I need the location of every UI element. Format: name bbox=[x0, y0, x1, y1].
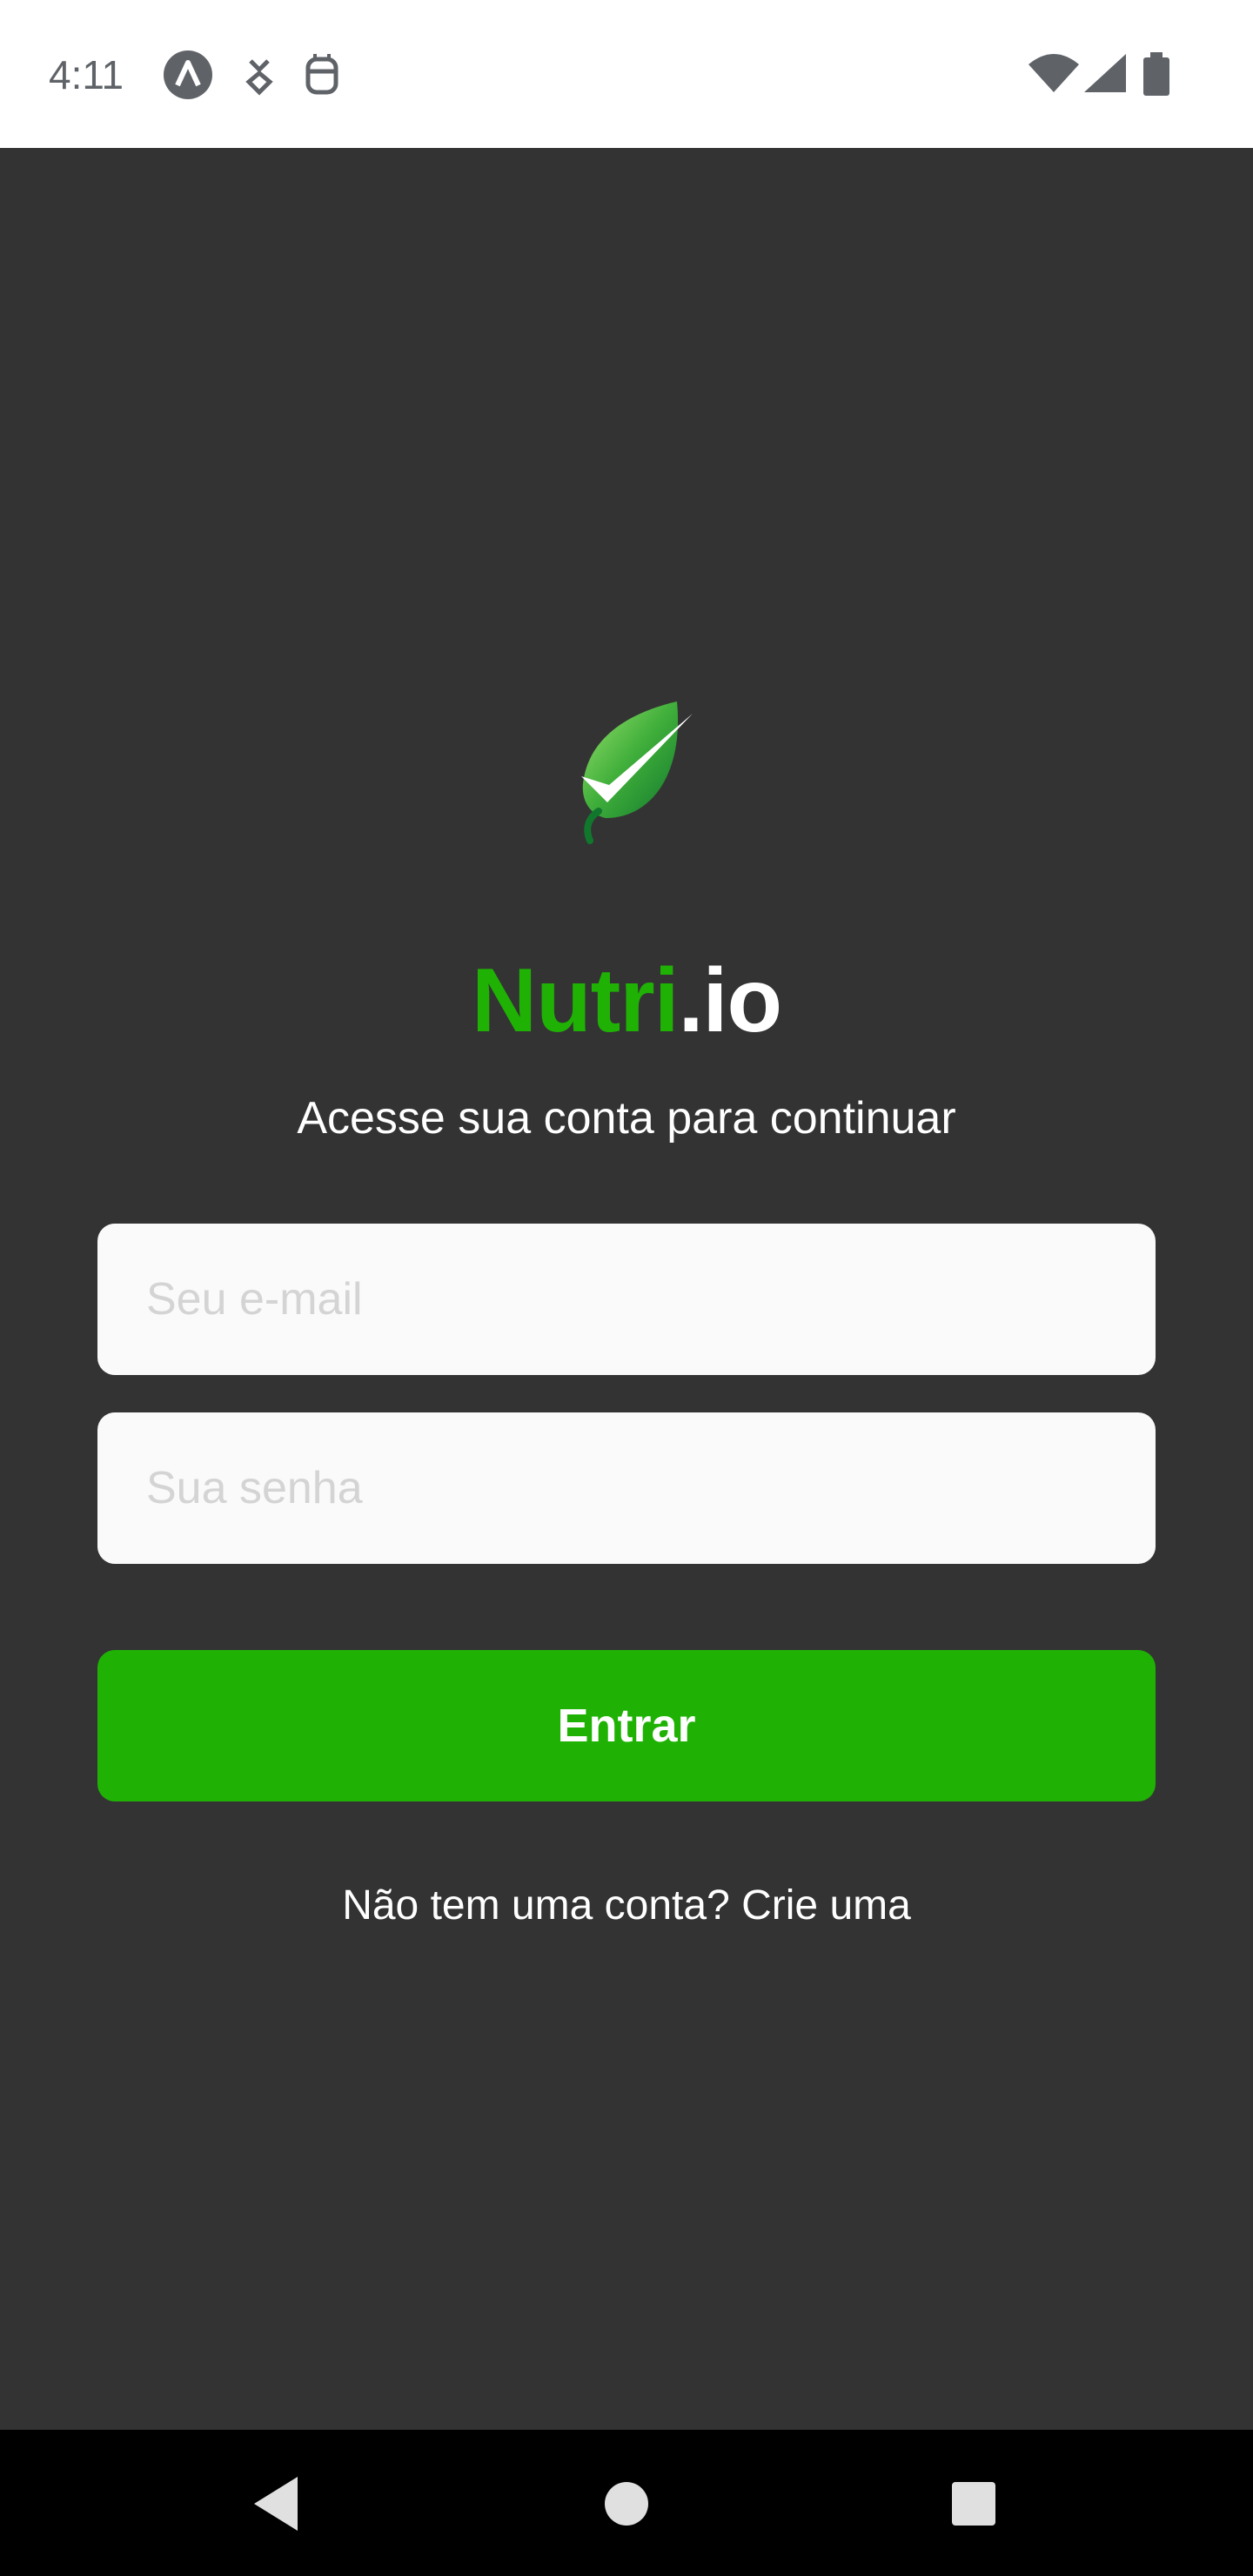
leaf-check-icon bbox=[564, 696, 703, 844]
brand-name-suffix: .io bbox=[678, 950, 782, 1051]
wifi-icon bbox=[1027, 49, 1081, 101]
email-field[interactable] bbox=[97, 1224, 1156, 1375]
brand-title: Nutri.io bbox=[0, 949, 1253, 1053]
back-icon[interactable] bbox=[237, 2465, 315, 2543]
brand-name-primary: Nutri bbox=[472, 950, 680, 1051]
robot-icon bbox=[296, 49, 348, 101]
recents-icon[interactable] bbox=[935, 2465, 1013, 2543]
battery-icon bbox=[1142, 49, 1171, 101]
status-time: 4:11 bbox=[49, 52, 124, 97]
download-icon bbox=[233, 49, 285, 101]
status-bar: 4:11 bbox=[0, 0, 1253, 148]
signup-link[interactable]: Não tem uma conta? Crie uma bbox=[0, 1875, 1253, 1936]
login-button[interactable]: Entrar bbox=[97, 1650, 1156, 1801]
signal-icon bbox=[1082, 49, 1128, 101]
password-field[interactable] bbox=[97, 1412, 1156, 1564]
home-icon[interactable] bbox=[587, 2465, 666, 2543]
app-notification-icon bbox=[162, 49, 214, 101]
navigation-bar bbox=[0, 2430, 1253, 2576]
login-subtitle: Acesse sua conta para continuar bbox=[297, 1093, 956, 1144]
